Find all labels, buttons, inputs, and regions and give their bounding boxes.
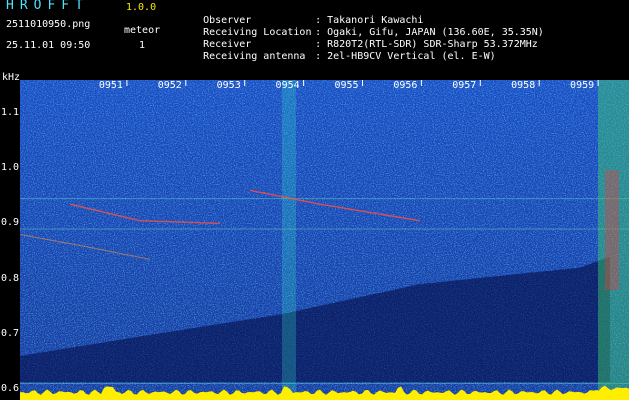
time-tick-label: 0957: [452, 80, 477, 91]
file-name: 2511010950.png: [6, 19, 91, 30]
spectrogram: [20, 80, 629, 400]
timestamp: 25.11.01 09:50: [6, 40, 91, 51]
time-tick-label: 0953: [216, 80, 241, 91]
info-value: 2el-HB9CV Vertical (el. E-W): [327, 51, 496, 62]
y-tick-label: 1.1: [1, 107, 20, 119]
app-version: 1.0.0: [126, 2, 157, 13]
y-tick-label: 0.9: [1, 217, 20, 229]
meteor-count: 1: [139, 40, 146, 51]
time-tick-label: 0951: [98, 80, 123, 91]
meteor-label: meteor: [124, 25, 161, 36]
y-tick-label: 0.8: [1, 272, 20, 284]
y-tick-label: 1.0: [1, 162, 20, 174]
spectrogram-svg: [20, 80, 629, 400]
interference-band: [282, 80, 296, 400]
info-row-antenna: Receiving antenna:2el-HB9CV Vertical (el…: [203, 51, 496, 62]
time-tick-label: 0956: [393, 80, 418, 91]
frequency-unit-label: kHz: [2, 72, 21, 83]
time-tick-label: 0959: [570, 80, 595, 91]
info-label: Receiving antenna: [203, 51, 306, 62]
time-tick-label: 0955: [334, 80, 359, 91]
y-tick-label: 0.7: [1, 327, 20, 339]
app-title: HROFFT: [6, 0, 89, 13]
time-tick-label: 0952: [157, 80, 182, 91]
interference-hotspot: [605, 170, 619, 290]
y-tick-label: 0.6: [1, 382, 20, 394]
time-tick-label: 0954: [275, 80, 300, 91]
time-tick-label: 0958: [511, 80, 536, 91]
spectrogram-noise-overlay: [20, 80, 629, 400]
